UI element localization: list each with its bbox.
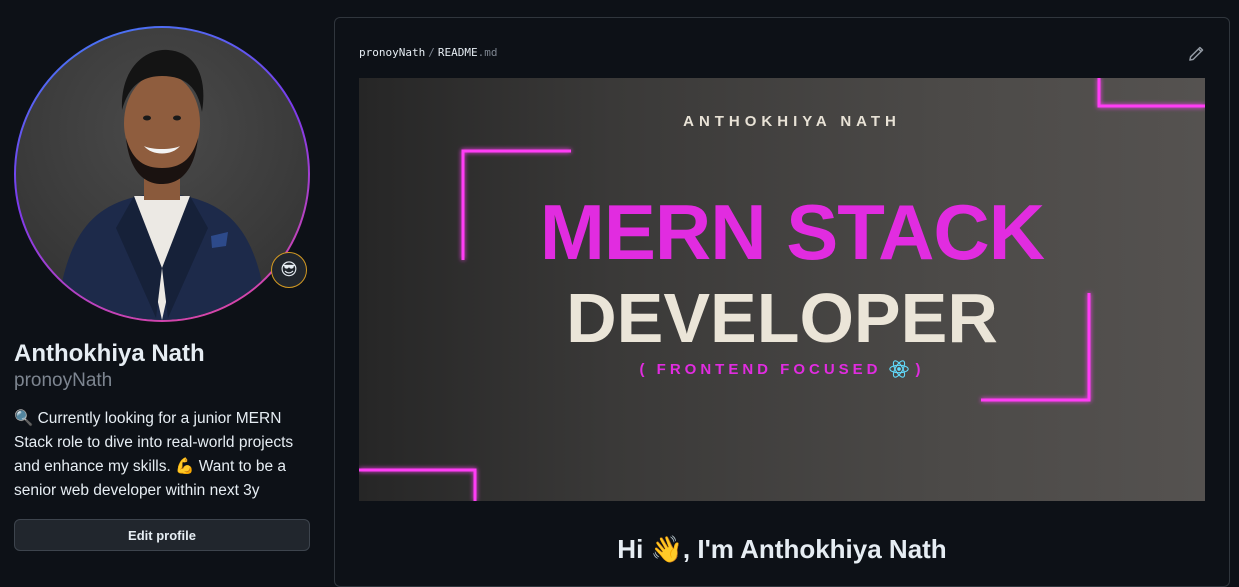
avatar-portrait	[56, 49, 268, 320]
readme-breadcrumb: pronoyNath / README.md	[359, 46, 497, 59]
profile-bio: 🔍 Currently looking for a junior MERN St…	[14, 410, 294, 499]
avatar[interactable]	[16, 28, 308, 320]
banner-title-line2: DEVELOPER	[566, 279, 998, 357]
status-emoji-badge[interactable]: 😎	[271, 252, 307, 288]
banner-subtitle-text: ( FRONTEND FOCUSED	[639, 360, 882, 378]
profile-login: pronoyNath	[14, 370, 113, 391]
breadcrumb-separator: /	[428, 46, 435, 59]
readme-heading: Hi 👋, I'm Anthokhiya Nath	[617, 534, 947, 564]
readme-card: pronoyNath / README.md ANTHOKHIYA NATH MER…	[334, 17, 1230, 587]
banner-subtitle-close: )	[915, 360, 925, 378]
sunglasses-emoji-icon: 😎	[280, 260, 298, 279]
readme-file-ext: .md	[477, 46, 498, 59]
banner-title-line1: MERN STACK	[539, 188, 1045, 276]
edit-profile-button[interactable]: Edit profile	[14, 519, 310, 551]
banner-subtitle: ( FRONTEND FOCUSED )	[359, 358, 1205, 380]
readme-file-link[interactable]: README	[438, 46, 478, 59]
react-icon	[888, 360, 909, 378]
readme-banner-image: ANTHOKHIYA NATH MERN STACK DEVELOPER ( F…	[359, 78, 1205, 501]
banner-name: ANTHOKHIYA NATH	[683, 113, 901, 130]
pencil-icon[interactable]	[1187, 45, 1205, 63]
profile-name: Anthokhiya Nath	[14, 340, 205, 367]
avatar-ring	[14, 26, 310, 322]
readme-user-link[interactable]: pronoyNath	[359, 46, 425, 59]
